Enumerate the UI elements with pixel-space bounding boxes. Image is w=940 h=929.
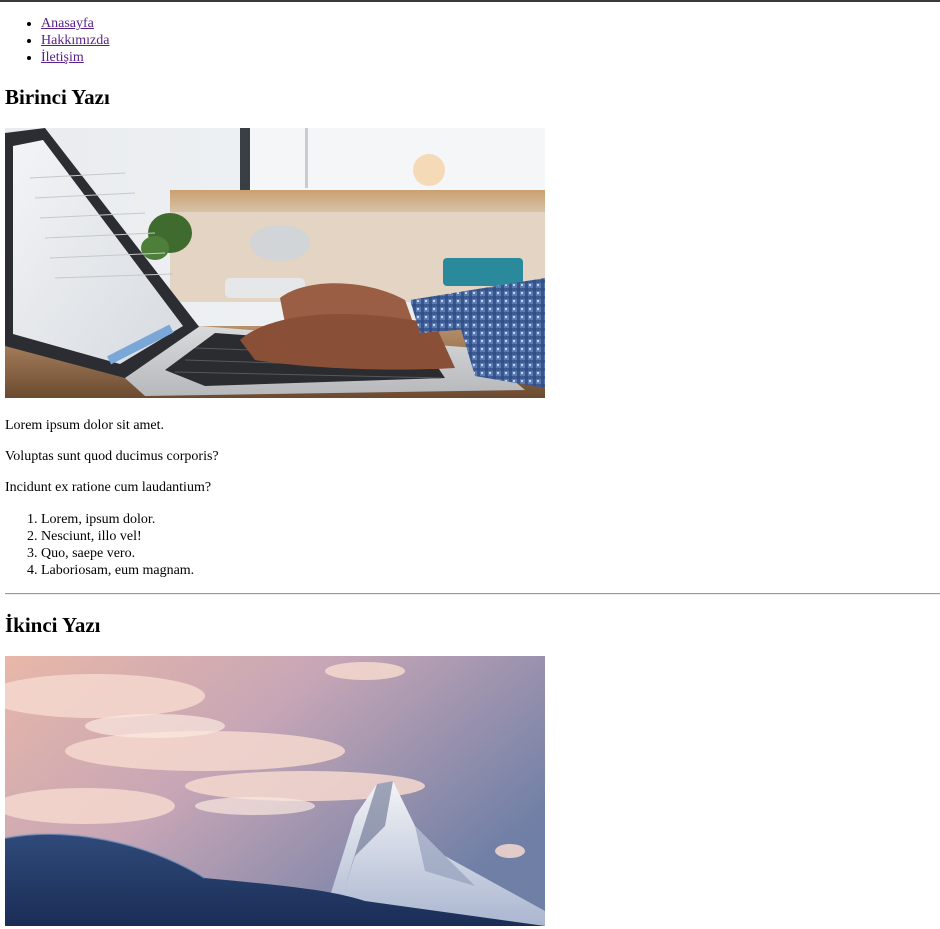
- nav-item-hakkimizda: Hakkımızda: [41, 32, 109, 49]
- list-item: Lorem, ipsum dolor.: [41, 511, 194, 528]
- post-1-paragraph: Incidunt ex ratione cum laudantium?: [5, 480, 212, 495]
- nav-item-iletisim: İletişim: [41, 49, 109, 66]
- post-1-paragraph: Lorem ipsum dolor sit amet.: [5, 418, 165, 433]
- post-2-image-mountain: [5, 656, 545, 926]
- nav-link-hakkimizda[interactable]: Hakkımızda: [41, 33, 109, 48]
- top-border: [0, 0, 940, 2]
- post-1-ordered-list: Lorem, ipsum dolor. Nesciunt, illo vel! …: [5, 511, 194, 579]
- post-2-title: İkinci Yazı: [5, 613, 101, 637]
- post-1-paragraph: Voluptas sunt quod ducimus corporis?: [5, 449, 219, 464]
- nav-link-iletisim[interactable]: İletişim: [41, 50, 84, 65]
- post-1-title: Birinci Yazı: [5, 85, 110, 109]
- nav-item-anasayfa: Anasayfa: [41, 15, 109, 32]
- list-item: Quo, saepe vero.: [41, 545, 194, 562]
- list-item: Laboriosam, eum magnam.: [41, 562, 194, 579]
- nav-link-anasayfa[interactable]: Anasayfa: [41, 16, 94, 31]
- post-1-image-laptop: [5, 128, 545, 398]
- list-item: Nesciunt, illo vel!: [41, 528, 194, 545]
- post-separator: [5, 593, 940, 595]
- nav-list: Anasayfa Hakkımızda İletişim: [5, 15, 109, 66]
